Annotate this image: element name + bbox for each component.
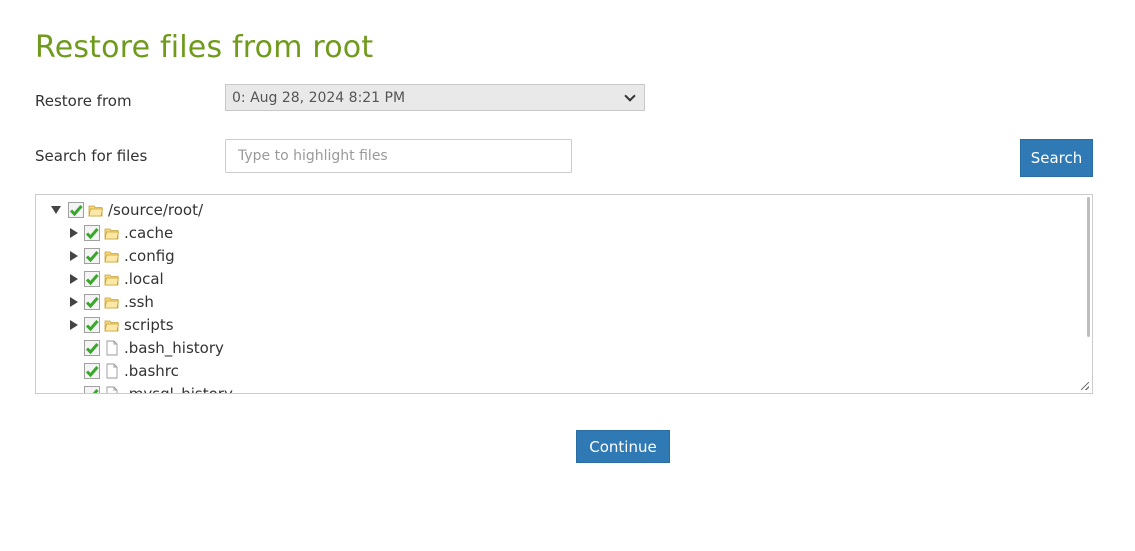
file-icon (106, 340, 118, 355)
tree-folder-row[interactable]: .ssh (64, 290, 154, 313)
collapse-toggle-icon[interactable] (48, 202, 64, 218)
expand-toggle-icon[interactable] (64, 271, 80, 287)
tree-folder-row[interactable]: scripts (64, 313, 174, 336)
tree-node-label: .bash_history (124, 338, 224, 357)
folder-icon (104, 320, 119, 331)
folder-icon (104, 297, 119, 308)
tree-node-label: .config (124, 246, 175, 265)
tree-folder-row[interactable]: .cache (64, 221, 173, 244)
search-files-label: Search for files (35, 147, 148, 165)
search-input[interactable] (225, 139, 572, 173)
tree-root-row[interactable]: /source/root/ (48, 198, 203, 221)
resize-grip-icon[interactable] (1081, 382, 1089, 390)
tree-node-label: .cache (124, 223, 174, 242)
tree-folder-row[interactable]: .config (64, 244, 175, 267)
tree-node-label: /source/root/ (108, 200, 204, 219)
folder-icon (104, 228, 119, 239)
restore-from-select[interactable]: 0: Aug 28, 2024 8:21 PM (225, 84, 645, 111)
tree-node-label: .local (124, 269, 164, 288)
search-button[interactable]: Search (1020, 139, 1093, 177)
expand-toggle-icon[interactable] (64, 294, 80, 310)
checkbox-checked-icon[interactable] (84, 247, 100, 264)
checkbox-checked-icon[interactable] (84, 224, 100, 241)
tree-file-row[interactable]: .mysql_history (80, 382, 233, 395)
folder-icon (104, 251, 119, 262)
expand-toggle-icon[interactable] (64, 248, 80, 264)
file-icon (106, 363, 118, 378)
checkbox-checked-icon[interactable] (84, 339, 100, 356)
checkbox-checked-icon[interactable] (68, 201, 84, 218)
tree-folder-row[interactable]: .local (64, 267, 164, 290)
file-tree[interactable]: /source/root/ .cache .config .local .ssh… (35, 194, 1093, 394)
file-icon (106, 386, 118, 393)
restore-from-selected-value: 0: Aug 28, 2024 8:21 PM (232, 89, 406, 106)
tree-node-label: .ssh (124, 292, 154, 311)
continue-button[interactable]: Continue (576, 430, 670, 463)
checkbox-checked-icon[interactable] (84, 270, 100, 287)
tree-scrollbar[interactable] (1087, 197, 1090, 337)
checkbox-checked-icon[interactable] (84, 293, 100, 310)
folder-open-icon (88, 205, 103, 216)
checkbox-checked-icon[interactable] (84, 385, 100, 395)
chevron-down-icon (624, 89, 636, 102)
tree-file-row[interactable]: .bash_history (80, 336, 224, 359)
restore-from-label: Restore from (35, 92, 132, 110)
tree-node-label: .bashrc (124, 361, 179, 380)
checkbox-checked-icon[interactable] (84, 362, 100, 379)
page-title: Restore files from root (35, 30, 374, 65)
tree-node-label: .mysql_history (124, 384, 233, 394)
tree-file-row[interactable]: .bashrc (80, 359, 179, 382)
expand-toggle-icon[interactable] (64, 317, 80, 333)
tree-node-label: scripts (124, 315, 174, 334)
folder-icon (104, 274, 119, 285)
checkbox-checked-icon[interactable] (84, 316, 100, 333)
expand-toggle-icon[interactable] (64, 225, 80, 241)
